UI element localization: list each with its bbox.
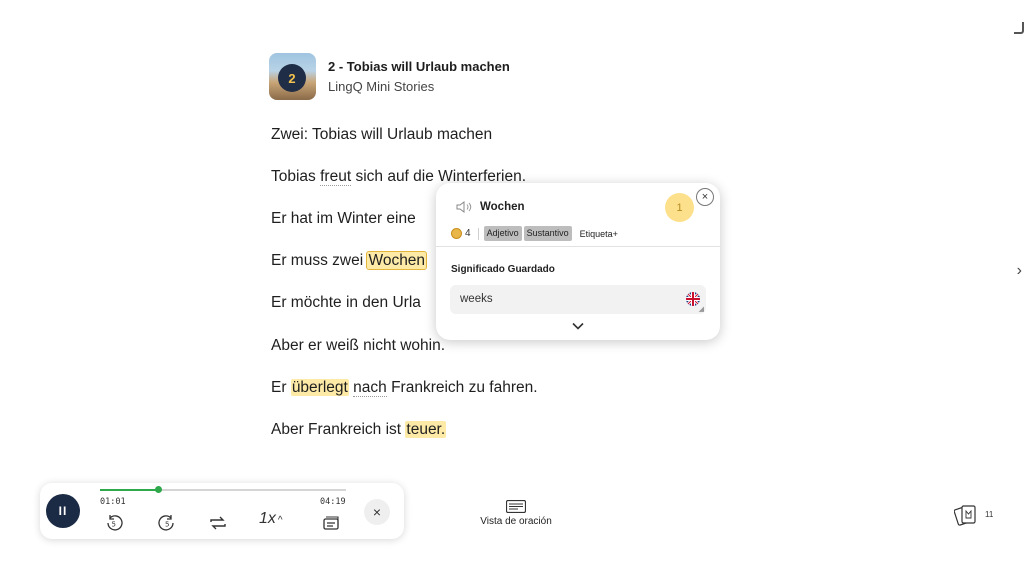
- text-segment: Er möchte in den Urla: [271, 294, 421, 311]
- divider: [477, 227, 479, 240]
- popup-meta-row: 4 Adjetivo Sustantivo Etiqueta+: [451, 226, 618, 241]
- svg-text:5: 5: [165, 521, 169, 529]
- text-segment: Er hat im Winter eine: [271, 210, 416, 227]
- resize-handle-icon[interactable]: ◢: [699, 305, 704, 313]
- word-token[interactable]: teuer.: [405, 421, 447, 438]
- svg-text:5: 5: [112, 521, 116, 529]
- word-status-badge[interactable]: 1: [665, 193, 694, 222]
- lesson-number-badge: 2: [278, 64, 306, 92]
- progress-handle[interactable]: [154, 486, 162, 493]
- text-segment: Frankreich zu fahren.: [386, 379, 538, 396]
- text-segment: Er: [271, 379, 291, 396]
- repeat-icon[interactable]: [208, 514, 228, 535]
- total-time: 04:19: [320, 497, 346, 507]
- coin-icon: [451, 228, 462, 239]
- lesson-meta: 2 - Tobias will Urlaub machen LingQ Mini…: [328, 58, 510, 96]
- text-line-5: Er möchte in den Urla: [271, 292, 421, 314]
- tag-adjetivo[interactable]: Adjetivo: [483, 226, 522, 241]
- progress-track[interactable]: [100, 486, 346, 493]
- lesson-course[interactable]: LingQ Mini Stories: [328, 78, 510, 96]
- corner-frame-icon: [1014, 22, 1024, 34]
- audio-player: II 01:01 04:19 5 5 1x ^ ×: [40, 483, 404, 539]
- add-tag-button[interactable]: Etiqueta+: [580, 229, 618, 239]
- tag-sustantivo[interactable]: Sustantivo: [523, 226, 572, 241]
- captions-icon[interactable]: [321, 514, 341, 535]
- meaning-text[interactable]: weeks: [460, 293, 493, 305]
- forward-5-icon[interactable]: 5: [157, 514, 177, 535]
- sentence-view-button[interactable]: Vista de oración: [476, 500, 556, 527]
- text-line-8: Aber Frankreich ist teuer.: [271, 419, 447, 441]
- lesson-header: 2 2 - Tobias will Urlaub machen LingQ Mi…: [269, 53, 510, 100]
- rewind-5-icon[interactable]: 5: [104, 514, 124, 535]
- current-time: 01:01: [100, 497, 126, 507]
- lesson-title: 2 - Tobias will Urlaub machen: [328, 58, 510, 74]
- flashcards-count: 11: [985, 510, 994, 519]
- word-token[interactable]: nach: [353, 379, 387, 397]
- chevron-down-icon[interactable]: [572, 321, 584, 333]
- text-line-7: Er überlegt nach Frankreich zu fahren.: [271, 377, 538, 399]
- text-line-6: Aber er weiß nicht wohin.: [271, 335, 445, 357]
- text-line-4: Er muss zwei Wochen: [271, 250, 428, 272]
- flashcards-button[interactable]: 11: [953, 503, 993, 532]
- word-token[interactable]: überlegt: [290, 379, 349, 396]
- text-segment: Aber er weiß nicht wohin.: [271, 337, 446, 354]
- sentence-view-icon: [506, 500, 526, 513]
- text-segment: Aber Frankreich ist: [271, 421, 406, 438]
- meaning-field[interactable]: weeks ◢: [450, 285, 706, 314]
- chevron-up-icon: ^: [277, 515, 283, 526]
- popup-term: Wochen: [480, 201, 525, 213]
- pause-button[interactable]: II: [46, 494, 80, 528]
- flashcards-icon: [953, 505, 976, 526]
- next-page-arrow-icon[interactable]: ›: [1017, 262, 1022, 280]
- text-segment: Er muss zwei: [271, 252, 368, 269]
- text-segment: Tobias: [271, 168, 321, 185]
- close-player-button[interactable]: ×: [364, 499, 390, 525]
- text-segment: Zwei: Tobias will Urlaub machen: [271, 126, 493, 143]
- text-line-3: Er hat im Winter eine: [271, 208, 416, 230]
- word-token[interactable]: freut: [320, 168, 352, 186]
- playback-speed-value: 1x: [259, 510, 276, 527]
- speaker-icon[interactable]: [456, 200, 474, 217]
- progress-fill: [100, 489, 158, 491]
- popup-close-button[interactable]: ×: [696, 188, 714, 206]
- lesson-thumbnail: 2: [269, 53, 316, 100]
- popup-divider: [436, 246, 720, 247]
- sentence-view-label: Vista de oración: [480, 516, 552, 527]
- uk-flag-icon[interactable]: [686, 292, 700, 306]
- text-line-1: Zwei: Tobias will Urlaub machen: [271, 124, 492, 146]
- playback-speed-button[interactable]: 1x ^: [259, 510, 283, 528]
- coin-count: 4: [465, 228, 471, 239]
- word-popup: × Wochen 1 4 Adjetivo Sustantivo Etiquet…: [436, 183, 720, 340]
- word-token[interactable]: Wochen: [366, 251, 428, 270]
- saved-meaning-title: Significado Guardado: [451, 264, 555, 275]
